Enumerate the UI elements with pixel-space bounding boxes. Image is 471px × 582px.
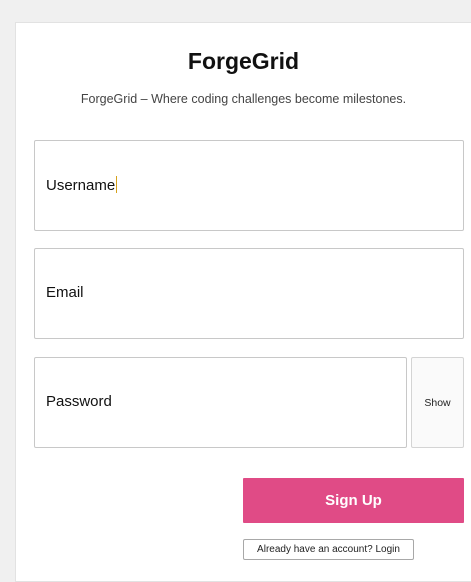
username-field-text: Username bbox=[46, 176, 118, 194]
email-placeholder: Email bbox=[46, 284, 84, 301]
sign-up-button[interactable]: Sign Up bbox=[243, 478, 464, 523]
login-link-button[interactable]: Already have an account? Login bbox=[243, 539, 414, 560]
app-title: ForgeGrid bbox=[187, 48, 300, 74]
password-field[interactable]: Password bbox=[34, 357, 407, 448]
text-caret bbox=[116, 176, 118, 193]
username-field[interactable]: Username bbox=[34, 140, 464, 231]
app-tagline: ForgeGrid – Where coding challenges beco… bbox=[80, 92, 407, 106]
password-placeholder: Password bbox=[46, 393, 112, 410]
email-field[interactable]: Email bbox=[34, 248, 464, 339]
show-password-button[interactable]: Show bbox=[411, 357, 464, 448]
username-placeholder: Username bbox=[46, 177, 116, 194]
signup-card: ForgeGrid ForgeGrid – Where coding chall… bbox=[15, 22, 471, 582]
